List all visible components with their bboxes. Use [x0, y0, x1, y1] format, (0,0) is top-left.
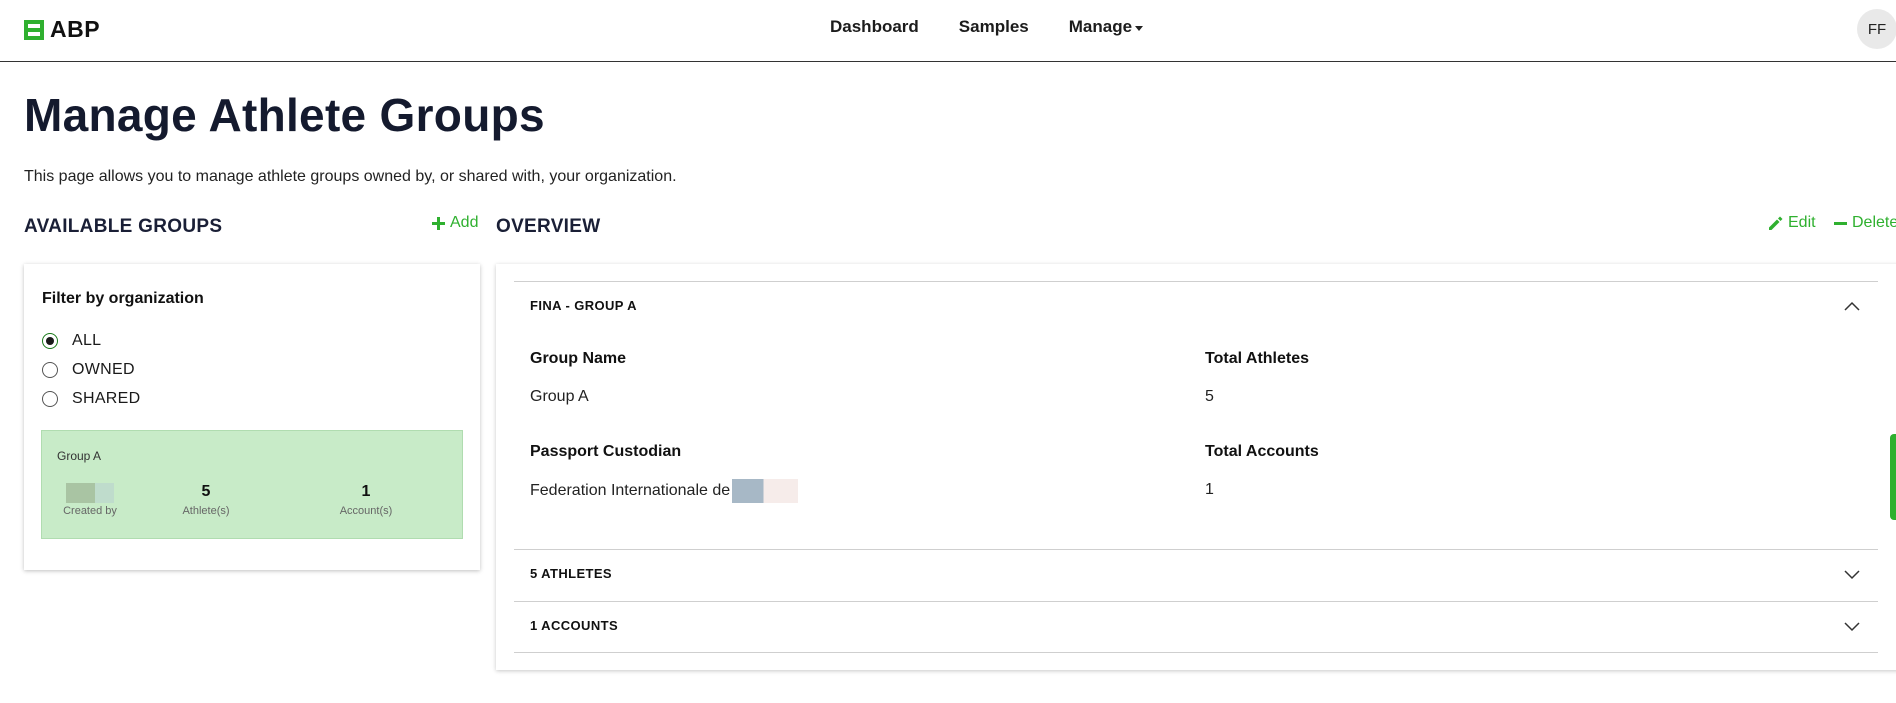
main-nav: Dashboard Samples Manage	[830, 17, 1144, 37]
accordion-accounts-header[interactable]: 1 ACCOUNTS	[530, 618, 618, 633]
redacted-creator-logo	[66, 483, 114, 503]
nav-dashboard[interactable]: Dashboard	[830, 17, 919, 37]
created-by-label: Created by	[63, 505, 117, 517]
passport-custodian-field: Federation Internationale de	[530, 479, 799, 503]
total-accounts-value: 1	[1205, 481, 1214, 498]
filter-option-all[interactable]: ALL	[42, 332, 101, 350]
divider	[514, 652, 1878, 653]
filter-option-owned[interactable]: OWNED	[42, 361, 135, 379]
filter-title: Filter by organization	[42, 290, 204, 307]
chevron-up-icon[interactable]	[1844, 301, 1860, 311]
total-athletes-label: Total Athletes	[1205, 350, 1310, 367]
group-card-athletes: 5 Athlete(s)	[170, 483, 242, 517]
side-drawer-handle[interactable]	[1890, 434, 1896, 520]
group-card-creator: Created by	[54, 483, 126, 517]
accounts-count: 1	[361, 483, 371, 500]
abp-logo-icon	[24, 19, 44, 40]
top-navbar: ABP Dashboard Samples Manage FF	[0, 0, 1896, 62]
redacted-text	[732, 479, 799, 503]
available-groups-heading: AVAILABLE GROUPS	[24, 216, 223, 237]
available-groups-panel: Filter by organization ALL OWNED SHARED …	[24, 264, 480, 570]
nav-manage-label: Manage	[1068, 17, 1133, 36]
delete-button[interactable]: Delete	[1834, 214, 1896, 232]
brand-logo[interactable]: ABP	[24, 16, 100, 43]
chevron-down-icon[interactable]	[1844, 622, 1860, 632]
accordion-athletes-header[interactable]: 5 ATHLETES	[530, 566, 612, 581]
divider	[514, 549, 1878, 550]
plus-icon	[432, 216, 445, 230]
nav-samples[interactable]: Samples	[959, 17, 1029, 37]
total-athletes-value: 5	[1205, 388, 1214, 405]
radio-shared[interactable]	[42, 391, 58, 407]
edit-label: Edit	[1788, 214, 1816, 231]
passport-custodian-value: Federation Internationale de	[530, 482, 731, 499]
user-avatar[interactable]: FF	[1857, 9, 1896, 49]
caret-down-icon	[1135, 25, 1144, 31]
radio-owned[interactable]	[42, 362, 58, 378]
delete-label: Delete	[1852, 214, 1896, 231]
minus-icon	[1834, 221, 1847, 225]
add-group-button[interactable]: Add	[432, 214, 478, 232]
filter-option-shared-label: SHARED	[72, 390, 141, 407]
nav-manage-dropdown[interactable]: Manage	[1068, 17, 1144, 37]
overview-heading: OVERVIEW	[496, 216, 601, 237]
chevron-down-icon[interactable]	[1844, 570, 1860, 580]
overview-panel: FINA - GROUP A Group Name Group A Total …	[496, 264, 1896, 670]
group-card[interactable]: Group A Created by 5 Athlete(s) 1 Accoun…	[41, 430, 463, 539]
filter-option-shared[interactable]: SHARED	[42, 390, 140, 408]
pencil-icon	[1769, 216, 1783, 230]
total-accounts-label: Total Accounts	[1205, 443, 1319, 460]
divider	[514, 281, 1878, 282]
radio-all[interactable]	[42, 333, 58, 349]
edit-button[interactable]: Edit	[1768, 214, 1816, 232]
page-title: Manage Athlete Groups	[24, 89, 545, 141]
brand-name: ABP	[50, 16, 101, 42]
accordion-group-details-header[interactable]: FINA - GROUP A	[530, 298, 637, 313]
passport-custodian-label: Passport Custodian	[530, 443, 682, 460]
filter-option-owned-label: OWNED	[72, 361, 135, 378]
accounts-label: Account(s)	[339, 505, 393, 517]
group-card-accounts: 1 Account(s)	[330, 483, 402, 517]
group-name-value: Group A	[530, 388, 589, 405]
filter-option-all-label: ALL	[72, 332, 102, 349]
group-card-name: Group A	[57, 449, 102, 463]
divider	[514, 601, 1878, 602]
athletes-count: 5	[201, 483, 211, 500]
group-name-label: Group Name	[530, 350, 627, 367]
add-label: Add	[450, 214, 479, 231]
athletes-label: Athlete(s)	[182, 505, 230, 517]
page-description: This page allows you to manage athlete g…	[24, 168, 677, 185]
